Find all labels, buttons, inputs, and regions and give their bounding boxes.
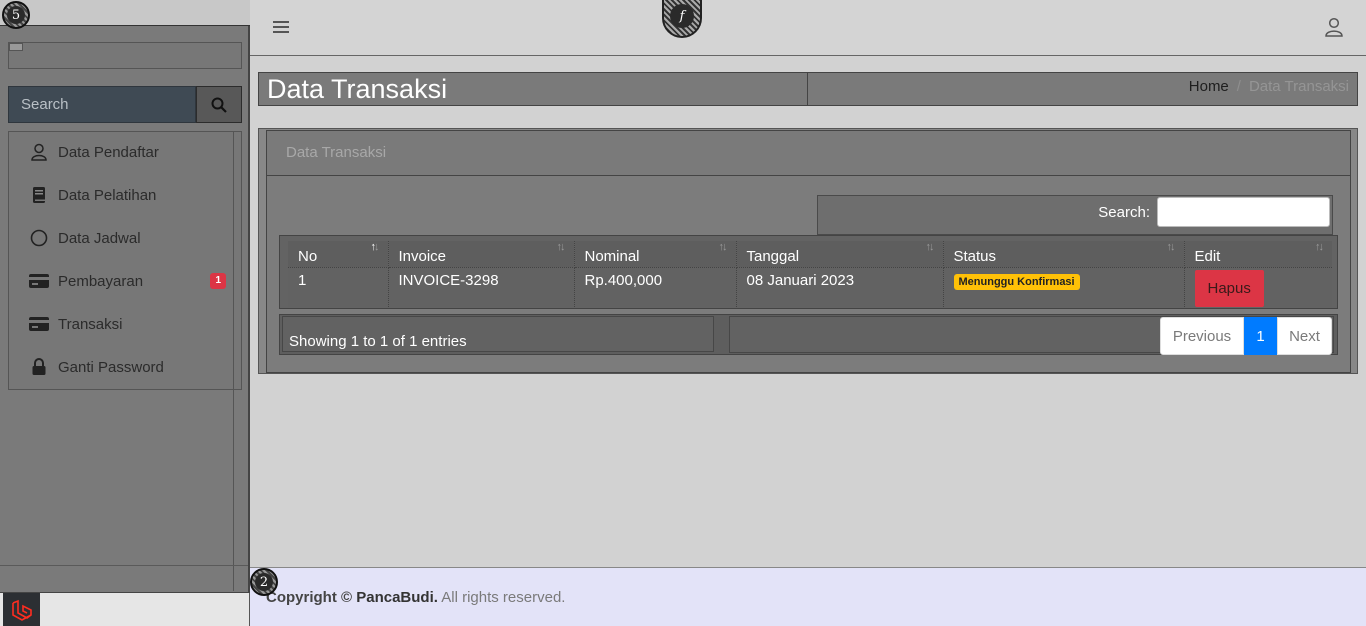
sort-icon: ↑↓	[556, 241, 566, 253]
sidebar-item-data-pelatihan[interactable]: Data Pelatihan	[9, 175, 234, 215]
pagination-page-button[interactable]: 1	[1244, 317, 1277, 355]
breadcrumb-current: Data Transaksi	[1248, 78, 1349, 95]
copyright-text: Copyright © PancaBudi. All rights reserv…	[266, 589, 566, 606]
search-icon	[211, 97, 227, 113]
sort-icon: ↑↓	[925, 241, 935, 253]
sort-icon: ↑↓	[1166, 241, 1176, 253]
sidebar-item-label: Ganti Password	[58, 358, 164, 376]
cell-invoice: INVOICE-3298	[388, 267, 575, 307]
page-title: Data Transaksi	[267, 74, 448, 104]
delete-button[interactable]: Hapus	[1194, 269, 1264, 307]
marker-badge: 2	[250, 568, 278, 596]
table-footer: Showing 1 to 1 of 1 entries Previous 1 N…	[279, 314, 1338, 355]
sidebar-scrollbar[interactable]	[233, 131, 234, 591]
column-header-status[interactable]: Status ↑↓	[943, 241, 1185, 268]
sort-icon: ↑↓	[370, 241, 380, 253]
circle-icon	[29, 228, 49, 248]
breadcrumb-home-link[interactable]: Home	[1189, 78, 1229, 95]
user-icon	[29, 142, 49, 162]
sidebar-search: Search	[8, 86, 242, 123]
card-title: Data Transaksi	[286, 144, 387, 161]
column-header-no[interactable]: No ↑↓	[288, 241, 389, 268]
cell-nominal: Rp.400,000	[574, 267, 737, 307]
cell-no: 1	[288, 267, 389, 307]
table-info-text: Showing 1 to 1 of 1 entries	[289, 333, 467, 350]
cell-edit: Hapus	[1184, 267, 1332, 307]
notification-badge: 1	[210, 273, 226, 289]
sidebar-item-label: Data Pendaftar	[58, 143, 159, 161]
credit-card-icon	[29, 271, 49, 291]
sidebar-item-pembayaran[interactable]: Pembayaran 1	[9, 261, 234, 301]
pagination-previous-button[interactable]: Previous	[1160, 317, 1244, 355]
marker-badge: f	[662, 0, 702, 38]
brand-area[interactable]	[8, 42, 242, 69]
table-search-label: Search:	[1098, 204, 1150, 221]
laravel-logo-icon	[3, 593, 40, 626]
table-row: 1 INVOICE-3298 Rp.400,000 08 Januari 202…	[288, 267, 1332, 307]
pagination-wrapper: Previous 1 Next	[729, 316, 1334, 355]
user-icon[interactable]	[1324, 17, 1344, 37]
sidebar-item-label: Pembayaran	[58, 272, 144, 290]
sidebar-item-transaksi[interactable]: Transaksi	[9, 304, 234, 344]
sort-icon: ↑↓	[718, 241, 728, 253]
sidebar: Search Data Pendaftar Data Pelatihan Dat…	[0, 0, 250, 626]
sidebar-item-label: Data Pelatihan	[58, 186, 157, 204]
table-info: Showing 1 to 1 of 1 entries	[282, 316, 714, 352]
sidebar-nav: Data Pendaftar Data Pelatihan Data Jadwa…	[8, 131, 242, 390]
sidebar-top-bar	[0, 0, 250, 26]
breadcrumb: Home / Data Transaksi	[1189, 78, 1349, 95]
book-icon	[29, 185, 49, 205]
column-header-nominal[interactable]: Nominal ↑↓	[574, 241, 737, 268]
column-header-tanggal[interactable]: Tanggal ↑↓	[736, 241, 944, 268]
sidebar-item-data-pendaftar[interactable]: Data Pendaftar	[9, 132, 234, 172]
content-header: Data Transaksi Home / Data Transaksi	[258, 72, 1358, 106]
sidebar-item-label: Transaksi	[58, 315, 123, 333]
sidebar-item-data-jadwal[interactable]: Data Jadwal	[9, 218, 234, 258]
pagination-next-button[interactable]: Next	[1277, 317, 1332, 355]
sort-icon: ↑↓	[1315, 241, 1324, 253]
column-header-edit[interactable]: Edit ↑↓	[1184, 241, 1332, 268]
status-badge: Menunggu Konfirmasi	[953, 273, 1080, 290]
pagination: Previous 1 Next	[1160, 317, 1332, 355]
brand-link[interactable]: PancaBudi.	[356, 589, 438, 606]
sidebar-panel: Search Data Pendaftar Data Pelatihan Dat…	[0, 0, 250, 593]
lock-icon	[29, 357, 49, 377]
card-header: Data Transaksi	[267, 131, 1350, 176]
column-header-invoice[interactable]: Invoice ↑↓	[388, 241, 575, 268]
top-navbar: f	[250, 0, 1366, 56]
table-search-input[interactable]	[1157, 197, 1330, 227]
transactions-table: No ↑↓ Invoice ↑↓ Nominal ↑↓ Tanggal ↑↓ Statu…	[288, 241, 1332, 307]
data-card: Data Transaksi Search: No ↑↓ Invoice ↑↓ No…	[266, 130, 1351, 373]
brand-logo	[9, 43, 23, 51]
sidebar-item-ganti-password[interactable]: Ganti Password	[9, 347, 234, 387]
cell-status: Menunggu Konfirmasi	[943, 267, 1185, 307]
sidebar-search-input[interactable]: Search	[8, 86, 196, 123]
sidebar-item-label: Data Jadwal	[58, 229, 141, 247]
sidebar-search-button[interactable]	[196, 86, 242, 123]
page-footer: Copyright © PancaBudi. All rights reserv…	[250, 567, 1366, 626]
table-header-row: No ↑↓ Invoice ↑↓ Nominal ↑↓ Tanggal ↑↓ Statu…	[288, 241, 1332, 268]
hamburger-menu-icon[interactable]	[272, 18, 290, 36]
credit-card-icon	[29, 314, 49, 334]
marker-badge: 5	[2, 1, 30, 29]
table-search: Search:	[817, 195, 1333, 235]
cell-tanggal: 08 Januari 2023	[736, 267, 944, 307]
table-wrapper: No ↑↓ Invoice ↑↓ Nominal ↑↓ Tanggal ↑↓ Statu…	[279, 235, 1338, 309]
breadcrumb-separator: /	[1236, 78, 1241, 95]
